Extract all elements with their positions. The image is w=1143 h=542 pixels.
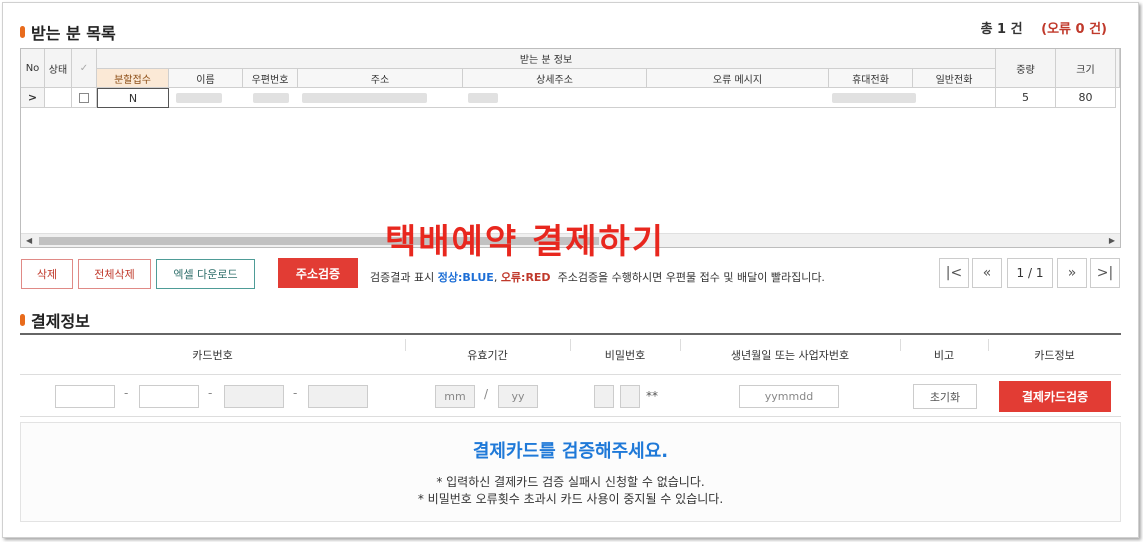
verify-address-button[interactable]: 주소검증 bbox=[278, 258, 358, 288]
sub-header-split: 분할접수 bbox=[97, 69, 169, 88]
error-count: (오류 0 건) bbox=[1041, 22, 1107, 37]
header-password: 비밀번호 bbox=[604, 349, 646, 362]
notice-line-2: * 비밀번호 오류횟수 초과시 카드 사용이 중지될 수 있습니다. bbox=[417, 492, 724, 506]
recipients-total: 총 1 건 (오류 0 건) bbox=[981, 18, 1107, 37]
first-page-button[interactable]: |< bbox=[939, 258, 969, 288]
col-weight: 중량 bbox=[996, 49, 1056, 88]
delete-all-button[interactable]: 전체삭제 bbox=[78, 259, 151, 289]
last-page-button[interactable]: >| bbox=[1090, 258, 1120, 288]
notice-heading: 결제카드를 검증해주세요. bbox=[472, 441, 669, 462]
row-split[interactable]: N bbox=[97, 88, 169, 108]
excel-download-button[interactable]: 엑셀 다운로드 bbox=[156, 259, 255, 289]
recipients-title-text: 받는 분 목록 bbox=[31, 24, 116, 43]
overlay-caption: 택배예약 결제하기 bbox=[385, 222, 666, 262]
blurred-detail bbox=[468, 93, 498, 103]
row-weight: 5 bbox=[996, 88, 1056, 108]
row-checkbox-cell bbox=[72, 88, 97, 108]
note-suffix: 주소검증을 수행하시면 우편물 접수 및 배달이 빨라집니다. bbox=[557, 271, 825, 284]
scroll-right-icon[interactable]: ▶ bbox=[1109, 234, 1115, 248]
sub-header-detail-address: 상세주소 bbox=[463, 69, 647, 88]
note-prefix: 검증결과 표시 bbox=[370, 271, 435, 284]
note-sep: , bbox=[493, 271, 498, 284]
blurred-address bbox=[302, 93, 427, 103]
col-filler bbox=[1116, 49, 1120, 88]
next-page-button[interactable]: » bbox=[1057, 258, 1087, 288]
sub-header-zip: 우편번호 bbox=[243, 69, 298, 88]
col-no: No bbox=[21, 49, 45, 88]
page-info: 1 / 1 bbox=[1007, 258, 1053, 288]
password-digit-1-input[interactable] bbox=[594, 385, 614, 408]
payment-section-title: 결제정보 bbox=[20, 308, 90, 332]
row-indicator-icon[interactable]: > bbox=[21, 88, 45, 108]
row-size: 80 bbox=[1056, 88, 1116, 108]
payment-notice: 결제카드를 검증해주세요. * 입력하신 결제카드 검증 실패시 신청할 수 없… bbox=[20, 422, 1121, 522]
row-checkbox[interactable] bbox=[79, 92, 89, 103]
row-phone bbox=[913, 88, 996, 108]
expiry-sep: / bbox=[484, 387, 489, 401]
next-page-icon: » bbox=[1067, 265, 1077, 281]
card-sep-1: - bbox=[124, 386, 129, 400]
payment-title-text: 결제정보 bbox=[31, 312, 90, 331]
card-number-3-input[interactable] bbox=[224, 385, 284, 408]
card-number-2-input[interactable] bbox=[139, 385, 199, 408]
blurred-mobile bbox=[832, 93, 916, 103]
group-header: 받는 분 정보 bbox=[97, 49, 996, 69]
prev-page-button[interactable]: « bbox=[972, 258, 1002, 288]
expiry-year-input[interactable]: yy bbox=[498, 385, 538, 408]
note-error: 오류:RED bbox=[500, 271, 551, 284]
col-size: 크기 bbox=[1056, 49, 1116, 88]
header-expiry: 유효기간 bbox=[467, 349, 508, 362]
header-remark: 비고 bbox=[933, 349, 955, 362]
blurred-name bbox=[176, 93, 222, 103]
sub-header-address: 주소 bbox=[298, 69, 463, 88]
password-mask: ** bbox=[646, 389, 658, 403]
blurred-zip bbox=[253, 93, 289, 103]
sub-header-phone: 일반전화 bbox=[913, 69, 996, 88]
header-card-number: 카드번호 bbox=[192, 349, 233, 362]
total-count: 총 1 건 bbox=[980, 22, 1023, 37]
birth-or-biz-input[interactable]: yymmdd bbox=[739, 385, 839, 408]
card-number-4-input[interactable] bbox=[308, 385, 368, 408]
col-status: 상태 bbox=[45, 49, 72, 88]
verify-card-button[interactable]: 결제카드검증 bbox=[999, 381, 1111, 412]
note-normal: 정상:BLUE bbox=[437, 271, 494, 284]
expiry-month-input[interactable]: mm bbox=[435, 385, 475, 408]
prev-page-icon: « bbox=[982, 265, 992, 281]
payment-table-header: 카드번호 유효기간 비밀번호 생년월일 또는 사업자번호 비고 카드정보 bbox=[20, 333, 1121, 375]
card-sep-3: - bbox=[293, 386, 298, 400]
row-status bbox=[45, 88, 72, 108]
card-number-1-input[interactable] bbox=[55, 385, 115, 408]
orange-bullet-icon bbox=[20, 26, 25, 38]
first-page-icon: |< bbox=[945, 265, 963, 281]
sub-header-error-message: 오류 메시지 bbox=[647, 69, 829, 88]
last-page-icon: >| bbox=[1096, 265, 1114, 281]
verify-note: 검증결과 표시 정상:BLUE, 오류:RED 주소검증을 수행하시면 우편물 … bbox=[370, 269, 825, 285]
orange-bullet-icon bbox=[20, 314, 25, 326]
header-birth-or-biz: 생년월일 또는 사업자번호 bbox=[730, 349, 850, 362]
sub-header-mobile: 휴대전화 bbox=[829, 69, 913, 88]
reset-button[interactable]: 초기화 bbox=[913, 384, 977, 409]
recipients-section-title: 받는 분 목록 bbox=[20, 20, 116, 44]
header-card-info: 카드정보 bbox=[1034, 349, 1075, 362]
password-digit-2-input[interactable] bbox=[620, 385, 640, 408]
notice-line-1: * 입력하신 결제카드 검증 실패시 신청할 수 없습니다. bbox=[436, 475, 705, 489]
col-check[interactable]: ✓ bbox=[72, 49, 97, 88]
sub-header-name: 이름 bbox=[169, 69, 243, 88]
delete-button[interactable]: 삭제 bbox=[21, 259, 73, 289]
card-sep-2: - bbox=[208, 386, 213, 400]
scroll-left-icon[interactable]: ◀ bbox=[26, 234, 32, 248]
